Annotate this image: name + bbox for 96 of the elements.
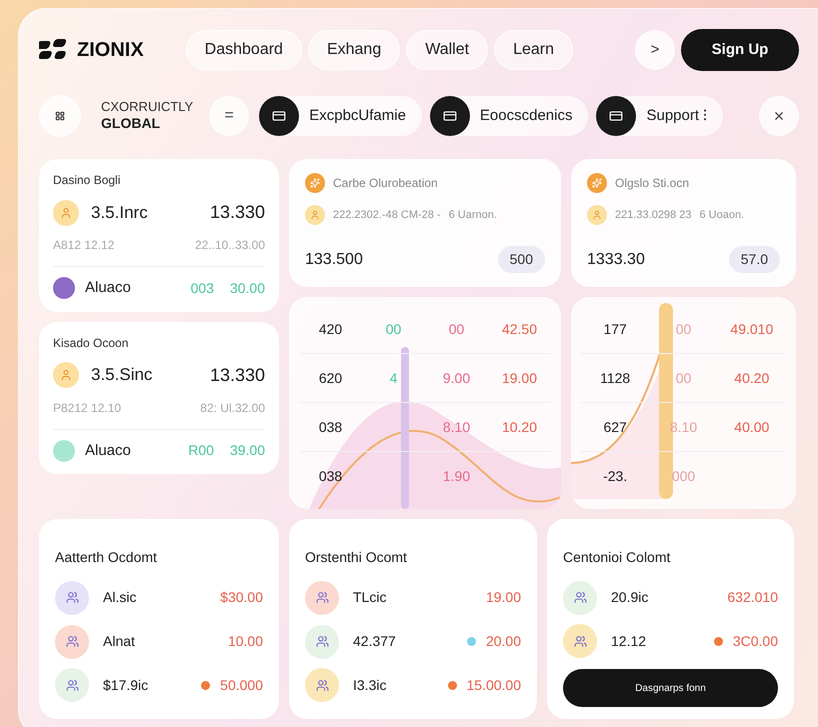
card-title: Centonioi Colomt [563,548,672,567]
stat-total: 1333.30 [587,250,645,270]
card-icon [596,96,636,136]
stat-detail: 222.2302.-48 CM-28 - [333,208,441,223]
person-icon [305,580,339,615]
item-name: Al.sic [103,588,136,608]
menu-button[interactable]: = [209,96,250,136]
item-amount: $30.00 [220,588,263,608]
holder-amount: 30.00 [230,278,265,298]
grid-value: 9.00 [442,368,470,388]
grid-button[interactable] [39,95,81,137]
item-amount: 3C0.00 [732,632,778,651]
asset-subtext: P8212 12.10 [53,400,122,416]
stat-detail: 221.33.0298 23 [615,208,692,223]
grid-value: 42.50 [502,320,538,338]
next-button[interactable]: > [635,30,675,70]
item-amount: 632.010 [727,588,778,608]
card-title: Dasino Bogli [53,172,122,189]
category-pill[interactable]: Support ⁝ [596,96,724,136]
sign-up-button[interactable]: Sign Up [681,29,799,71]
person-icon [305,624,339,658]
card-icon [259,96,300,136]
nav-link[interactable]: Dashboard [186,30,302,70]
action-button[interactable]: Dasgnarps fonn [563,669,778,708]
stat-badge: 500 [498,246,545,273]
item-name: $17.9ic [103,676,148,695]
grid-value: 8.10 [442,418,470,436]
card-title: Kisado Ocoon [53,334,130,352]
grid-value: 627 [603,418,627,436]
brand-name: ZIONIX [77,38,144,63]
holder-code: 003 [190,278,214,298]
grid-value: 00 [386,320,402,338]
item-name: I3.3ic [353,676,386,695]
holder-name: Aluaco [85,440,131,460]
holder-code: R00 [188,441,214,460]
item-name: Alnat [103,632,135,651]
brand-tagline: CXORRUICTLY [101,99,194,116]
grid-value: 10.20 [502,418,538,436]
item-name: 42.377 [353,632,396,651]
grid-value: 038 [318,418,342,436]
card-icon [430,96,470,136]
item-amount: 50.000 [220,676,263,695]
asset-name: 3.5.Sinc [91,364,152,386]
nav-link[interactable]: Exhang [308,30,400,70]
grid-value: 40.00 [734,418,770,436]
item-amount: 15.00.00 [466,676,521,695]
grid-value: 4 [390,368,398,388]
nav-link[interactable]: Wallet [406,30,488,70]
asset-value: 13.330 [210,364,265,386]
grid-value: 00 [676,368,692,388]
person-icon [55,668,89,702]
asset-subvalue: 82: Ul.32.00 [200,400,265,416]
person-icon [55,624,89,658]
holder-amount: 39.00 [230,441,265,460]
person-icon [305,668,339,702]
grid-value: 038 [318,467,342,486]
stat-detail-note: 6 Uarnon. [448,208,497,223]
grid-value: 1128 [600,368,630,388]
grid-value: -23. [603,467,628,486]
grid-value: 00 [676,320,692,338]
nav-link[interactable]: Learn [494,30,573,70]
grid-value: 420 [318,320,342,338]
asset-name: 3.5.Inrc [91,202,148,224]
stat-detail-note: 6 Uoaon. [699,208,744,223]
category-pill[interactable]: Eoocscdenics [430,96,588,136]
holder-name: Aluaco [85,278,131,298]
asset-subtext: A812 12.12 [53,237,114,254]
asset-value: 13.330 [210,201,265,224]
close-button[interactable]: × [759,96,799,136]
item-name: 12.12 [611,632,646,651]
grid-value: 177 [603,320,627,338]
grid-value: 00 [448,320,464,338]
item-amount: 10.00 [228,632,263,651]
grid-value: 49.010 [730,320,774,338]
item-amount: 19.00 [486,588,521,608]
card-title: Olgslo Sti.ocn [615,175,690,192]
stat-badge: 57.0 [728,246,780,273]
grid-value: 40.20 [734,368,770,388]
card-title: Orstenthi Ocomt [305,548,408,567]
item-amount: 20.00 [486,632,521,651]
person-icon [563,580,597,615]
person-icon [563,624,597,658]
category-pill[interactable]: ExcpbcUfamie [259,96,422,136]
grid-icon [55,111,65,121]
stat-total: 133.500 [305,250,363,270]
item-name: TLcic [353,588,386,608]
item-name: 20.9ic [611,588,648,608]
person-icon [55,580,89,615]
card-title: Carbe Olurobeation [333,175,438,192]
card-title: Aatterth Ocdomt [55,548,158,567]
grid-value: 1.90 [442,467,470,486]
grid-value: 620 [318,368,342,388]
grid-value: 19.00 [502,368,538,388]
brand-subtitle: GLOBAL [101,115,162,133]
asset-subvalue: 22..10..33.00 [194,237,265,254]
logo-icon [39,39,69,61]
